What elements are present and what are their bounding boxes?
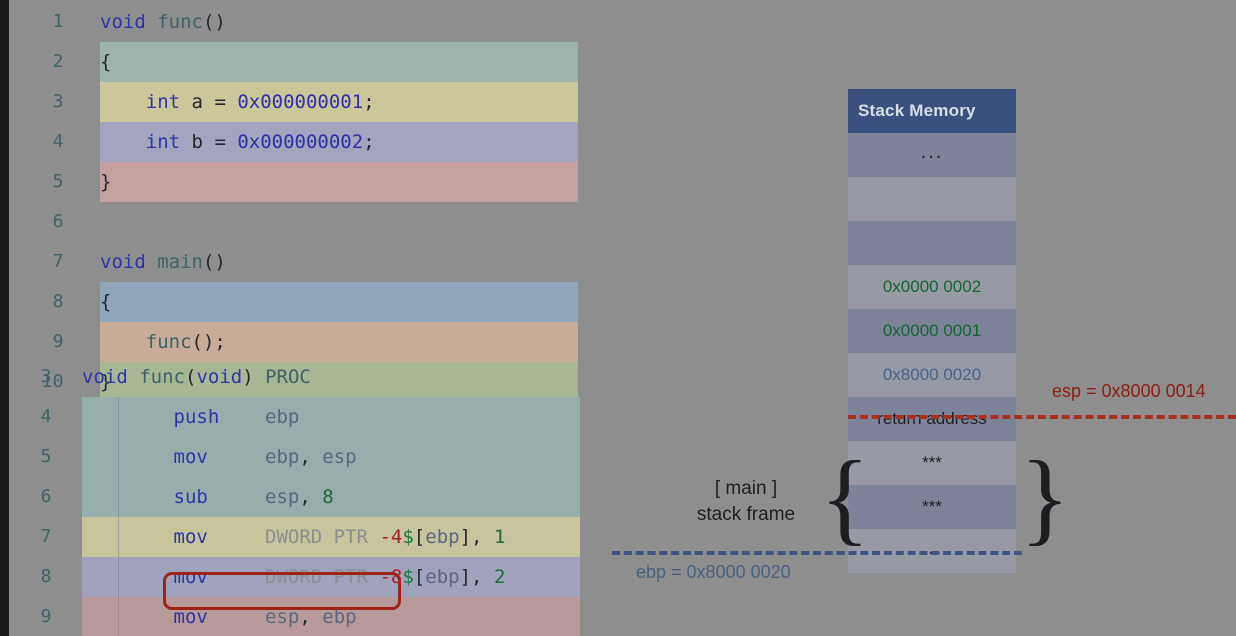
c-line-number: 7 [52, 251, 64, 272]
c-line-number: 3 [52, 91, 64, 112]
stack-cell[interactable] [848, 177, 1016, 221]
c-code-line[interactable]: 5} [0, 162, 600, 202]
c-code-line[interactable]: 9 func(); [0, 322, 600, 362]
c-code-line[interactable]: 4 int b = 0x000000002; [0, 122, 600, 162]
stack-cell-value: 0x0000 0001 [882, 321, 982, 340]
asm-line-number: 4 [40, 406, 52, 427]
stack-cell-list: ... 0x0000 0002 0x0000 0001 0x8000 0020 retu… [848, 133, 1016, 573]
c-code-line[interactable]: 3 int a = 0x000000001; [0, 82, 600, 122]
stack-cell[interactable]: *** [848, 441, 1016, 485]
c-code-line[interactable]: 8{ [0, 282, 600, 322]
c-code-line[interactable]: 2{ [0, 42, 600, 82]
slide-canvas: 1 void func() 2{3 int a = 0x000000001; 4 in… [0, 0, 1236, 636]
asm-line-text: mov ebp, esp [173, 446, 357, 468]
c-line-highlight [100, 42, 578, 82]
c-line-number: 8 [52, 291, 64, 312]
c-line-number: 5 [52, 171, 64, 192]
c-line-number: 1 [52, 11, 64, 32]
asm-line-text: void func(void) PROC [82, 366, 311, 388]
c-line-text: func(); [145, 331, 226, 353]
stack-memory-title: Stack Memory [848, 89, 1016, 133]
c-source-pane: 1 void func() 2{3 int a = 0x000000001; 4 in… [0, 2, 600, 402]
stack-cell-value: *** [922, 497, 942, 516]
c-line-text: void main() [100, 251, 226, 273]
asm-code-line[interactable]: 6 sub esp, 8 [0, 477, 600, 517]
c-line-text: int b = 0x000000002; [145, 131, 375, 153]
c-code-line[interactable]: 1 void func() [0, 2, 600, 42]
stack-cell[interactable]: 0x0000 0002 [848, 265, 1016, 309]
stack-cell[interactable] [848, 221, 1016, 265]
stack-memory-diagram: Stack Memory ... 0x0000 0002 0x0000 0001 0x… [848, 89, 1016, 573]
c-line-highlight [100, 282, 578, 322]
main-stack-frame-label: [ main ] stack frame [676, 476, 816, 528]
stack-cell[interactable]: return address [848, 397, 1016, 441]
stack-cell[interactable]: *** [848, 485, 1016, 529]
asm-line-text: sub esp, 8 [173, 486, 334, 508]
ebp-value-label: ebp = 0x8000 0020 [636, 562, 791, 582]
c-line-number: 2 [52, 51, 64, 72]
c-code-line[interactable]: 6 [0, 202, 600, 242]
stack-cell-value: *** [922, 453, 942, 472]
stack-cell-value: 0x8000 0020 [882, 365, 982, 384]
asm-line-number: 7 [40, 526, 52, 547]
frame-label-line2: stack frame [696, 504, 796, 525]
asm-code-line[interactable]: 4 push ebp [0, 397, 600, 437]
asm-line-text: mov DWORD PTR -4$[ebp], 1 [173, 526, 506, 548]
c-line-number: 9 [52, 331, 64, 352]
ebp-pointer-line [612, 551, 1022, 555]
asm-code-line[interactable]: 7 mov DWORD PTR -4$[ebp], 1 [0, 517, 600, 557]
asm-code-line[interactable]: 3 void func(void) PROC [0, 357, 600, 397]
asm-line-number: 6 [40, 486, 52, 507]
esp-value-label: esp = 0x8000 0014 [1052, 381, 1206, 401]
stack-cell[interactable]: 0x0000 0001 [848, 309, 1016, 353]
c-line-number: 4 [52, 131, 64, 152]
c-line-text: { [100, 51, 112, 73]
asm-line-number: 9 [40, 606, 52, 627]
stack-cell-value: return address [877, 409, 987, 428]
c-line-text: } [100, 171, 112, 193]
c-code-line[interactable]: 7 void main() [0, 242, 600, 282]
asm-line-number: 5 [40, 446, 52, 467]
stack-cell-value: 0x0000 0002 [882, 277, 982, 296]
left-brace-icon: { [820, 440, 870, 555]
c-line-number: 6 [52, 211, 64, 232]
asm-line-number: 8 [40, 566, 52, 587]
c-line-text: void func() [100, 11, 226, 33]
stack-cell[interactable]: ... [848, 133, 1016, 177]
c-line-text: { [100, 291, 112, 313]
esp-pointer-line [848, 415, 1236, 419]
frame-label-line1: [ main ] [714, 478, 778, 499]
c-line-text: int a = 0x000000001; [145, 91, 375, 113]
right-brace-icon: } [1020, 440, 1070, 555]
asm-line-number: 3 [40, 366, 52, 387]
stack-cell[interactable]: 0x8000 0020 [848, 353, 1016, 397]
asm-code-line[interactable]: 5 mov ebp, esp [0, 437, 600, 477]
c-line-highlight [100, 162, 578, 202]
asm-line-text: push ebp [173, 406, 300, 428]
pop-ebp-callout [163, 572, 401, 610]
